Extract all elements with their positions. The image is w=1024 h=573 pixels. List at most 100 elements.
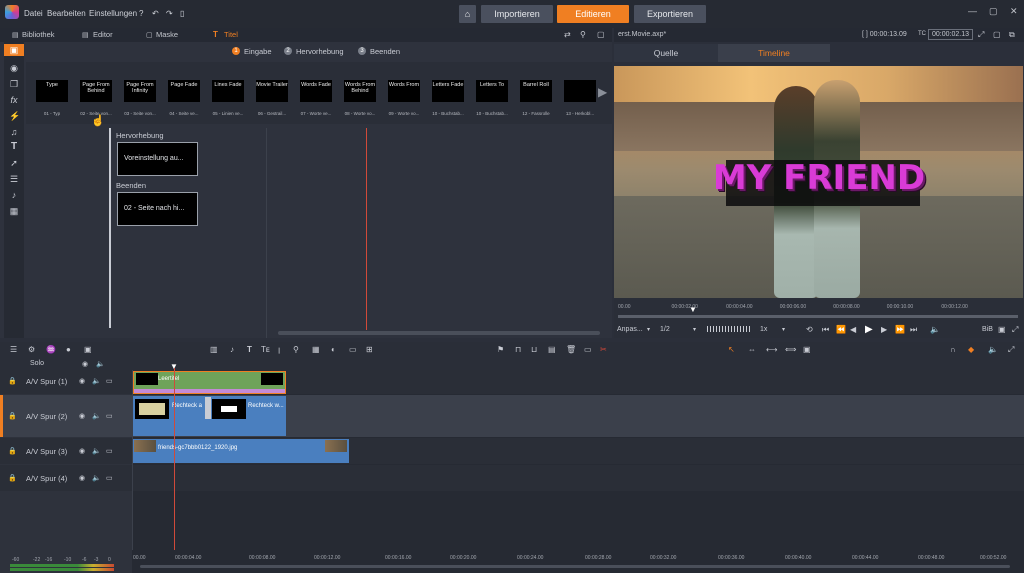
track-lock-icon[interactable]: 🔒	[8, 447, 17, 455]
speed-dropdown[interactable]: 1x	[760, 326, 767, 333]
tab-library[interactable]: Bibliothek	[22, 29, 55, 41]
text-tool-icon[interactable]: T	[247, 345, 252, 354]
minimize-icon[interactable]: —	[968, 6, 977, 16]
prev-frame-icon[interactable]: ⏪	[836, 325, 846, 334]
title-preset-thumb[interactable]: Barrel Roll	[520, 80, 552, 102]
magnet-icon[interactable]: ∩	[950, 345, 956, 354]
ripple-edit-icon[interactable]: ◆	[968, 345, 974, 354]
fit-dropdown[interactable]: Anpas...	[617, 326, 643, 333]
audio-mixer-icon[interactable]: ♒	[46, 345, 56, 354]
title-tool-icon[interactable]: ꞁ	[278, 345, 280, 354]
expand-icon[interactable]: ▢	[597, 30, 605, 39]
zoom-fit-icon[interactable]: ▣	[803, 345, 811, 354]
link-icon[interactable]: ⇄	[564, 30, 571, 39]
timeline-scrollbar[interactable]	[140, 565, 1010, 568]
music-icon[interactable]: ♫	[9, 127, 19, 137]
effects-icon[interactable]: fx	[9, 95, 19, 105]
horizontal-scrollbar[interactable]	[278, 331, 600, 335]
track-monitor-icon[interactable]: ▭	[106, 377, 113, 385]
speaker-icon[interactable]: 🔈	[988, 345, 998, 354]
track-name[interactable]: A/V Spur (3)	[26, 447, 67, 456]
track-monitor-icon[interactable]: ▭	[106, 447, 113, 455]
scroll-right-icon[interactable]: ▶	[598, 85, 607, 99]
audio-icon[interactable]: ♪	[9, 190, 19, 200]
media-icon[interactable]: ▣	[9, 45, 19, 55]
volume-icon[interactable]: 🔈	[930, 325, 940, 334]
home-button[interactable]: ⌂	[459, 5, 476, 23]
track-audio-icon[interactable]: 🔈	[92, 377, 101, 385]
audio-tool-icon[interactable]: ♪	[230, 345, 234, 354]
clip-transition-marker[interactable]	[205, 397, 211, 419]
detach-icon[interactable]: ▢	[993, 30, 1001, 39]
preview-scrub-bar[interactable]	[618, 315, 1018, 318]
loop-icon[interactable]: ⟲	[806, 325, 813, 334]
jog-wheel[interactable]	[707, 326, 751, 332]
undo-icon[interactable]: ↶	[152, 9, 159, 18]
marker-icon[interactable]: ⚑	[497, 345, 504, 354]
snap-icon[interactable]: ⊓	[515, 345, 521, 354]
step-highlight[interactable]: Hervorhebung	[296, 47, 344, 56]
step-end[interactable]: Beenden	[370, 47, 400, 56]
template-icon[interactable]: ☰	[9, 174, 19, 184]
highlight-preset[interactable]: Voreinstellung au...	[117, 142, 198, 176]
track-visibility-icon[interactable]: ◉	[79, 377, 85, 385]
pip-icon[interactable]: ▣	[998, 325, 1006, 334]
track-lock-icon[interactable]: 🔒	[8, 377, 17, 385]
redo-icon[interactable]: ↷	[166, 9, 173, 18]
maximize-icon[interactable]: ▢	[989, 6, 998, 17]
layers-icon[interactable]: ❐	[9, 79, 19, 89]
tab-source[interactable]: Quelle	[614, 44, 718, 62]
track-name[interactable]: A/V Spur (4)	[26, 474, 67, 483]
edit-button[interactable]: Editieren	[557, 5, 629, 23]
title-preset-thumb[interactable]: Lines Fade	[212, 80, 244, 102]
tab-timeline[interactable]: Timeline	[718, 44, 830, 62]
clip-tool-icon[interactable]: ⊔	[531, 345, 537, 354]
track-audio-icon[interactable]: 🔈	[92, 412, 101, 420]
timeline-settings-icon[interactable]: ☰	[10, 345, 17, 354]
roll-tool-icon[interactable]: ⟺	[785, 345, 796, 354]
step-input[interactable]: Eingabe	[244, 47, 272, 56]
mask-tool-icon[interactable]: ▭	[349, 345, 357, 354]
track-visibility-icon[interactable]: ◉	[79, 447, 85, 455]
solo-label[interactable]: Solo	[30, 360, 44, 367]
pin-icon[interactable]: ⚲	[580, 30, 586, 39]
title-clip[interactable]: Leertitel	[133, 371, 286, 394]
ripple-tool-icon[interactable]: ⟷	[766, 345, 777, 354]
filmstrip-icon[interactable]: ▦	[9, 206, 19, 216]
title-preset-thumb[interactable]: Words From Behind	[344, 80, 376, 102]
tab-title[interactable]: Titel	[224, 29, 238, 41]
color-tool-icon[interactable]: ◐	[331, 345, 336, 354]
close-icon[interactable]: ✕	[1010, 6, 1018, 17]
current-timecode[interactable]: 00:00:02.13	[928, 29, 973, 40]
tab-mask[interactable]: Maske	[156, 29, 178, 41]
split-tool-icon[interactable]: ⊞	[366, 345, 373, 354]
title-preset-thumb[interactable]: Letters Fade	[432, 80, 464, 102]
pip-label[interactable]: BiB	[982, 326, 993, 333]
storyboard-icon[interactable]: ▣	[84, 345, 92, 354]
track-name[interactable]: A/V Spur (1)	[26, 377, 67, 386]
photo-clip[interactable]: friends-gc7bbb0122_1920.jpg	[133, 439, 349, 463]
slip-tool-icon[interactable]: ⇔	[748, 345, 756, 354]
play-icon[interactable]: ▶	[865, 324, 873, 335]
title-preset-thumb[interactable]: Page Fade	[168, 80, 200, 102]
track-lock-icon[interactable]: 🔒	[8, 412, 17, 420]
menu-file[interactable]: Datei	[24, 9, 43, 18]
color-icon[interactable]: ◉	[9, 63, 19, 73]
track-audio-icon[interactable]: 🔈	[92, 447, 101, 455]
go-start-icon[interactable]: ⏮	[822, 325, 829, 335]
motion-icon[interactable]: ➚	[9, 158, 19, 168]
transition-icon[interactable]: ⚡	[9, 111, 20, 121]
track-visibility-icon[interactable]: ◉	[79, 474, 85, 482]
overlay-icon[interactable]: ▦	[312, 345, 320, 354]
track-name[interactable]: A/V Spur (2)	[26, 412, 67, 421]
scissors-icon[interactable]: ✂	[600, 345, 607, 354]
pointer-tool-icon[interactable]: ↖	[728, 345, 735, 354]
resolution-dropdown[interactable]: 1/2	[660, 326, 670, 333]
track-lock-icon[interactable]: 🔒	[8, 474, 17, 482]
grid-icon[interactable]: ▤	[548, 345, 556, 354]
copy-icon[interactable]: ▭	[584, 345, 592, 354]
track-audio-icon[interactable]: 🔈	[92, 474, 101, 482]
help-icon[interactable]: ?	[139, 9, 143, 18]
fullscreen-icon[interactable]: ⤢	[978, 30, 984, 40]
document-icon[interactable]: ▯	[180, 9, 184, 18]
